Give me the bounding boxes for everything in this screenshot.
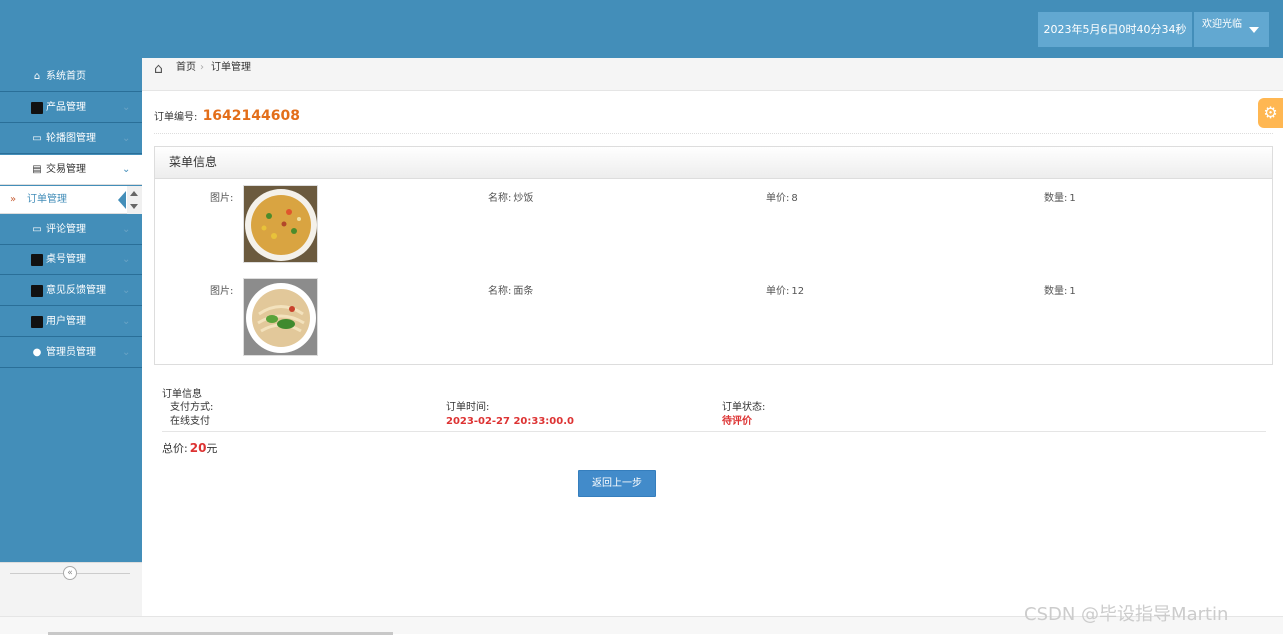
divider bbox=[162, 431, 1266, 432]
top-navbar: 2023年5月6日0时40分34秒 欢迎光临 bbox=[0, 0, 1283, 58]
box-icon bbox=[31, 102, 43, 114]
breadcrumb-home-link[interactable]: 首页 bbox=[176, 58, 196, 78]
sidebar-item-users[interactable]: 用户管理 ⌄ bbox=[0, 307, 142, 337]
sidebar-item-products[interactable]: 产品管理 ⌄ bbox=[0, 93, 142, 123]
chevron-down-icon: ⌄ bbox=[122, 133, 131, 144]
sidebar-item-home[interactable]: ⌂ 系统首页 bbox=[0, 62, 142, 92]
sidebar-collapse-button[interactable]: « bbox=[63, 566, 77, 580]
dish-image-noodles bbox=[243, 278, 318, 356]
sidebar-item-transactions[interactable]: ▤ 交易管理 ⌄ bbox=[0, 155, 142, 185]
settings-gear-icon[interactable]: ⚙ bbox=[1258, 98, 1283, 128]
order-status-value: 待评价 bbox=[722, 416, 752, 427]
sidebar-item-comments[interactable]: ▭ 评论管理 ⌄ bbox=[0, 215, 142, 245]
image-label: 图片: bbox=[210, 193, 234, 204]
dish-image-fried-rice bbox=[243, 185, 318, 263]
order-total: 总价: 20元 bbox=[162, 440, 217, 456]
sidebar-item-label: 交易管理 bbox=[46, 164, 86, 175]
chat-icon: ▭ bbox=[32, 133, 42, 144]
payment-method: 支付方式: 在线支付 bbox=[170, 401, 213, 429]
sidebar-item-label: 系统首页 bbox=[46, 71, 86, 82]
payment-method-value: 在线支付 bbox=[170, 416, 210, 427]
user-menu-button[interactable]: 欢迎光临 bbox=[1194, 12, 1269, 47]
order-info-title: 订单信息 bbox=[162, 389, 202, 400]
watermark: CSDN @毕设指导Martin bbox=[1024, 604, 1229, 625]
sidebar-item-feedback[interactable]: 意见反馈管理 ⌄ bbox=[0, 276, 142, 306]
breadcrumb: ⌂ 首页 › 订单管理 bbox=[142, 58, 1283, 91]
sidebar-item-label: 轮播图管理 bbox=[46, 133, 96, 144]
order-time-value: 2023-02-27 20:33:00.0 bbox=[446, 416, 574, 427]
total-unit: 元 bbox=[206, 442, 218, 455]
scroll-down-icon[interactable] bbox=[130, 204, 138, 209]
chevron-down-icon: ⌄ bbox=[122, 254, 131, 265]
order-status: 订单状态: 待评价 bbox=[722, 401, 765, 429]
sidebar-item-tables[interactable]: 桌号管理 ⌄ bbox=[0, 245, 142, 275]
sidebar-item-label: 用户管理 bbox=[46, 316, 86, 327]
sidebar-item-label: 意见反馈管理 bbox=[46, 285, 106, 296]
sidebar: ⌂ 系统首页 产品管理 ⌄ ▭ 轮播图管理 ⌄ ▤ 交易管理 ⌄ » 订单管理 … bbox=[0, 58, 142, 616]
sidebar-item-label: 桌号管理 bbox=[46, 254, 86, 265]
user-icon: ● bbox=[32, 347, 42, 358]
payment-method-label: 支付方式: bbox=[170, 402, 214, 413]
chevron-down-icon: ⌄ bbox=[122, 316, 131, 327]
order-status-label: 订单状态: bbox=[722, 402, 766, 413]
breadcrumb-separator: › bbox=[200, 62, 204, 73]
breadcrumb-current: 订单管理 bbox=[211, 62, 251, 73]
double-chevron-right-icon: » bbox=[10, 194, 17, 205]
sidebar-scrollbar[interactable] bbox=[127, 186, 142, 214]
dish-quantity: 数量: 1 bbox=[1044, 286, 1076, 297]
chevron-down-icon: ⌄ bbox=[122, 224, 131, 235]
document-icon: ▤ bbox=[32, 164, 42, 175]
order-number-label: 订单编号: bbox=[154, 112, 198, 123]
box-icon bbox=[31, 285, 43, 297]
caret-down-icon bbox=[1249, 27, 1259, 33]
divider bbox=[154, 133, 1273, 134]
box-icon bbox=[31, 316, 43, 328]
dish-name: 名称: 面条 bbox=[488, 286, 534, 297]
total-label: 总价: bbox=[162, 442, 188, 455]
sidebar-item-label: 管理员管理 bbox=[46, 347, 96, 358]
chevron-down-icon: ⌄ bbox=[122, 102, 131, 113]
active-indicator bbox=[118, 191, 126, 209]
dish-name: 名称: 炒饭 bbox=[488, 193, 534, 204]
sidebar-subitem-orders[interactable]: » 订单管理 bbox=[0, 186, 142, 214]
order-number-value: 1642144608 bbox=[202, 108, 300, 124]
back-button[interactable]: 返回上一步 bbox=[578, 470, 656, 497]
scroll-up-icon[interactable] bbox=[130, 191, 138, 196]
sidebar-item-carousel[interactable]: ▭ 轮播图管理 ⌄ bbox=[0, 124, 142, 154]
box-icon bbox=[31, 254, 43, 266]
sidebar-collapse-area: « bbox=[0, 562, 142, 616]
chevron-down-icon: ⌄ bbox=[122, 164, 131, 175]
sidebar-item-label: 评论管理 bbox=[46, 224, 86, 235]
sidebar-subitem-label: 订单管理 bbox=[27, 194, 67, 205]
menu-row: 图片: 名称: 炒饭 单价: 8 数量: 1 bbox=[155, 179, 1272, 263]
dish-price: 单价: 8 bbox=[766, 193, 798, 204]
order-time: 订单时间: 2023-02-27 20:33:00.0 bbox=[446, 401, 574, 429]
total-amount: 20 bbox=[189, 441, 207, 455]
sidebar-item-label: 产品管理 bbox=[46, 102, 86, 113]
order-number: 订单编号: 1642144608 bbox=[154, 108, 300, 124]
chevron-down-icon: ⌄ bbox=[122, 347, 131, 358]
chat-icon: ▭ bbox=[32, 224, 42, 235]
menu-info-panel: 菜单信息 图片: 名称: 炒饭 单价: 8 数量: 1 图片: 名称: 面条 单… bbox=[154, 146, 1273, 365]
dish-price: 单价: 12 bbox=[766, 286, 805, 297]
current-datetime: 2023年5月6日0时40分34秒 bbox=[1038, 12, 1192, 47]
menu-row: 图片: 名称: 面条 单价: 12 数量: 1 bbox=[155, 272, 1272, 356]
order-time-label: 订单时间: bbox=[446, 402, 490, 413]
sidebar-item-admins[interactable]: ● 管理员管理 ⌄ bbox=[0, 338, 142, 368]
home-icon[interactable]: ⌂ bbox=[154, 59, 163, 79]
dish-quantity: 数量: 1 bbox=[1044, 193, 1076, 204]
image-label: 图片: bbox=[210, 286, 234, 297]
welcome-text: 欢迎光临 bbox=[1202, 19, 1242, 30]
panel-title: 菜单信息 bbox=[155, 147, 1272, 179]
home-icon: ⌂ bbox=[33, 71, 41, 82]
chevron-down-icon: ⌄ bbox=[122, 285, 131, 296]
